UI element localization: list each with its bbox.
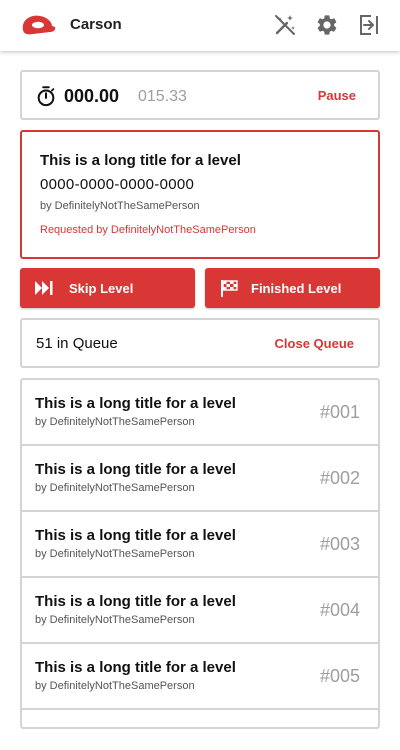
skip-level-button[interactable]: Skip Level [20, 268, 195, 308]
queue-item[interactable]: This is a long title for a level by Defi… [22, 578, 378, 644]
queue-item[interactable]: This is a long title for a level by Defi… [22, 512, 378, 578]
queue-item-title: This is a long title for a level [35, 527, 236, 544]
queue-item-author: by DefinitelyNotTheSamePerson [35, 416, 195, 428]
queue-item-number: #005 [319, 666, 360, 686]
current-level-title: This is a long title for a level [40, 152, 241, 169]
queue-item-author: by DefinitelyNotTheSamePerson [35, 548, 195, 560]
skip-forward-icon [35, 281, 53, 295]
queue-bar: 51 in Queue Close Queue [20, 318, 380, 368]
timer-current: 000.00 [64, 86, 120, 106]
queue-count: 51 in Queue [36, 335, 118, 352]
timer-total: 015.33 [138, 88, 187, 105]
current-level-card: This is a long title for a level 0000-00… [20, 130, 380, 259]
queue-item[interactable]: This is a long title for a level by Defi… [22, 644, 378, 710]
skip-level-label: Skip Level [69, 281, 134, 296]
queue-item-author: by DefinitelyNotTheSamePerson [35, 614, 195, 626]
queue-item-title: This is a long title for a level [35, 593, 236, 610]
checkered-flag-icon [221, 280, 238, 297]
queue-item-title: This is a long title for a level [35, 461, 236, 478]
app-header: Carson [0, 0, 400, 51]
queue-item-author: by DefinitelyNotTheSamePerson [35, 680, 195, 692]
current-level-code: 0000-0000-0000-0000 [40, 176, 195, 193]
queue-item-title: This is a long title for a level [35, 659, 236, 676]
queue-item[interactable]: This is a long title for a level by Defi… [22, 446, 378, 512]
queue-item-title: This is a long title for a level [35, 395, 236, 412]
queue-list[interactable]: This is a long title for a level by Defi… [20, 378, 380, 729]
finished-level-label: Finished Level [251, 281, 342, 296]
queue-item[interactable]: This is a long title for a level by Defi… [22, 380, 378, 446]
current-level-author: by DefinitelyNotTheSamePerson [40, 200, 200, 212]
magic-wand-off-icon[interactable] [273, 13, 297, 37]
timer-card: 000.00 015.33 Pause [20, 70, 380, 120]
queue-item-number: #004 [319, 600, 360, 620]
cap-logo-icon [22, 15, 56, 35]
app-name: Carson [70, 16, 122, 33]
current-level-requested-by: Requested by DefinitelyNotTheSamePerson [40, 224, 256, 236]
stopwatch-icon [37, 86, 55, 107]
queue-item-number: #002 [319, 468, 360, 488]
queue-item-author: by DefinitelyNotTheSamePerson [35, 482, 195, 494]
close-queue-button[interactable]: Close Queue [275, 336, 354, 351]
queue-item-number: #001 [319, 402, 360, 422]
queue-item-number: #003 [319, 534, 360, 554]
exit-icon[interactable] [357, 13, 381, 37]
finished-level-button[interactable]: Finished Level [205, 268, 380, 308]
pause-button[interactable]: Pause [318, 88, 356, 103]
gear-icon[interactable] [315, 13, 339, 37]
